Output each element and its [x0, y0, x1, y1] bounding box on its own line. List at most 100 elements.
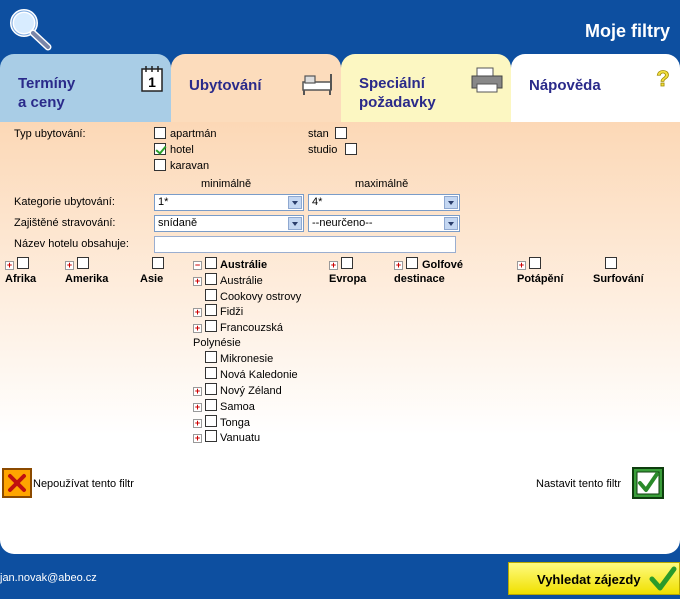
option-label: hotel — [170, 144, 194, 156]
dest-surfovani: Surfování — [593, 273, 644, 285]
checkbox-apartman[interactable] — [154, 127, 166, 139]
checkbox-asie[interactable] — [152, 257, 164, 269]
expand-amerika-icon[interactable]: + — [65, 261, 74, 270]
printer-icon — [471, 67, 503, 93]
search-trips-button[interactable]: Vyhledat zájezdy — [508, 562, 680, 595]
tab-label: Speciální — [359, 75, 425, 92]
checkbox-australie[interactable] — [205, 257, 217, 269]
expand-australie-sub-icon[interactable]: + — [193, 277, 202, 286]
checkbox-cookovy[interactable] — [205, 289, 217, 301]
cancel-filter-icon[interactable] — [2, 468, 32, 498]
checkbox-australie-sub[interactable] — [205, 273, 217, 285]
expand-evropa-icon[interactable]: + — [329, 261, 338, 270]
kategorie-label: Kategorie ubytování: — [14, 196, 115, 208]
subdest-label: Tonga — [220, 417, 250, 429]
tab-napoveda[interactable]: Nápověda ? — [511, 54, 680, 122]
tab-specialni[interactable]: Speciální požadavky — [341, 54, 511, 122]
expand-vanuatu-icon[interactable]: + — [193, 434, 202, 443]
dest-afrika: Afrika — [5, 273, 37, 285]
expand-polynesie-icon[interactable]: + — [193, 324, 202, 333]
strava-max-select[interactable]: --neurčeno-- — [308, 215, 460, 232]
expand-tonga-icon[interactable]: + — [193, 419, 202, 428]
svg-text:?: ? — [656, 66, 669, 90]
checkbox-samoa[interactable] — [205, 399, 217, 411]
option-label: karavan — [170, 160, 210, 172]
checkbox-novy-zeland[interactable] — [205, 383, 217, 395]
chevron-down-icon — [444, 196, 458, 209]
dest-amerika: Amerika — [65, 273, 109, 285]
checkbox-stan[interactable] — [335, 127, 347, 139]
checkbox-polynesie[interactable] — [205, 320, 217, 332]
checkbox-evropa[interactable] — [341, 257, 353, 269]
subdest-label: Cookovy ostrovy — [220, 291, 302, 303]
collapse-australie-icon[interactable]: − — [193, 261, 202, 270]
apply-filter-icon[interactable] — [632, 467, 664, 499]
expand-golf-icon[interactable]: + — [394, 261, 403, 270]
apply-filter-button[interactable]: Nastavit tento filtr — [536, 478, 621, 490]
subdest-label: Austrálie — [220, 275, 263, 287]
kategorie-min-select[interactable]: 1* — [154, 194, 304, 211]
dest-potapeni: Potápění — [517, 273, 564, 285]
expand-afrika-icon[interactable]: + — [5, 261, 14, 270]
tab-label: požadavky — [359, 94, 436, 111]
tab-terminy[interactable]: Termíny a ceny 1 — [0, 54, 171, 122]
svg-text:1: 1 — [148, 74, 156, 90]
header: Moje filtry — [0, 0, 680, 54]
hotel-name-input[interactable] — [154, 236, 456, 253]
checkbox-hotel[interactable] — [154, 143, 166, 155]
checkbox-studio[interactable] — [345, 143, 357, 155]
chevron-down-icon — [288, 196, 302, 209]
strava-min-select[interactable]: snídaně — [154, 215, 304, 232]
expand-novy-zeland-icon[interactable]: + — [193, 387, 202, 396]
tab-ubytovani[interactable]: Ubytování — [171, 54, 341, 122]
cancel-filter-button[interactable]: Nepoužívat tento filtr — [33, 478, 134, 490]
dest-asie: Asie — [140, 273, 164, 285]
min-label: minimálně — [201, 178, 252, 190]
strava-label: Zajištěné stravování: — [14, 217, 116, 229]
subdest-label: Fidži — [220, 306, 244, 318]
tab-label: Termíny — [18, 75, 76, 92]
subdest-label-line2: Polynésie — [193, 337, 241, 349]
question-icon: ? — [656, 66, 670, 90]
expand-fidzi-icon[interactable]: + — [193, 308, 202, 317]
search-button-label: Vyhledat zájezdy — [537, 572, 641, 587]
bed-icon — [302, 74, 332, 95]
subdest-label: Francouzská — [220, 322, 283, 334]
checkbox-surfovani[interactable] — [605, 257, 617, 269]
tab-label: a ceny — [18, 94, 65, 111]
expand-potapeni-icon[interactable]: + — [517, 261, 526, 270]
subdest-label: Samoa — [220, 401, 255, 413]
checkbox-amerika[interactable] — [77, 257, 89, 269]
option-label: apartmán — [170, 128, 217, 140]
checkbox-mikronesie[interactable] — [205, 351, 217, 363]
subdest-label: Nový Zéland — [220, 385, 282, 397]
subdest-label: Mikronesie — [220, 353, 274, 365]
checkbox-vanuatu[interactable] — [205, 430, 217, 442]
tab-label: Ubytování — [189, 77, 262, 94]
dest-golf: Golfové — [422, 259, 463, 271]
dest-australie: Austrálie — [220, 259, 268, 271]
user-email: jan.novak@abeo.cz — [0, 572, 97, 584]
checkbox-karavan[interactable] — [154, 159, 166, 171]
chevron-down-icon — [444, 217, 458, 230]
chevron-down-icon — [288, 217, 302, 230]
dest-evropa: Evropa — [329, 273, 367, 285]
checkbox-golf[interactable] — [406, 257, 418, 269]
checkmark-icon — [649, 566, 677, 591]
dest-golf-line2: destinace — [394, 273, 445, 285]
checkbox-potapeni[interactable] — [529, 257, 541, 269]
option-label: studio — [308, 144, 338, 156]
checkbox-nova-kaledonie[interactable] — [205, 367, 217, 379]
hotel-label: Název hotelu obsahuje: — [14, 238, 129, 250]
magnifier-icon — [10, 9, 52, 51]
expand-samoa-icon[interactable]: + — [193, 403, 202, 412]
tab-label: Nápověda — [529, 77, 601, 94]
tab-bar: Termíny a ceny 1 Ubytování Speciální pož… — [0, 54, 680, 122]
checkbox-fidzi[interactable] — [205, 304, 217, 316]
page-title: Moje filtry — [584, 21, 670, 41]
subdest-label: Nová Kaledonie — [220, 369, 298, 381]
checkbox-afrika[interactable] — [17, 257, 29, 269]
typ-label: Typ ubytování: — [14, 128, 86, 140]
kategorie-max-select[interactable]: 4* — [308, 194, 460, 211]
checkbox-tonga[interactable] — [205, 415, 217, 427]
